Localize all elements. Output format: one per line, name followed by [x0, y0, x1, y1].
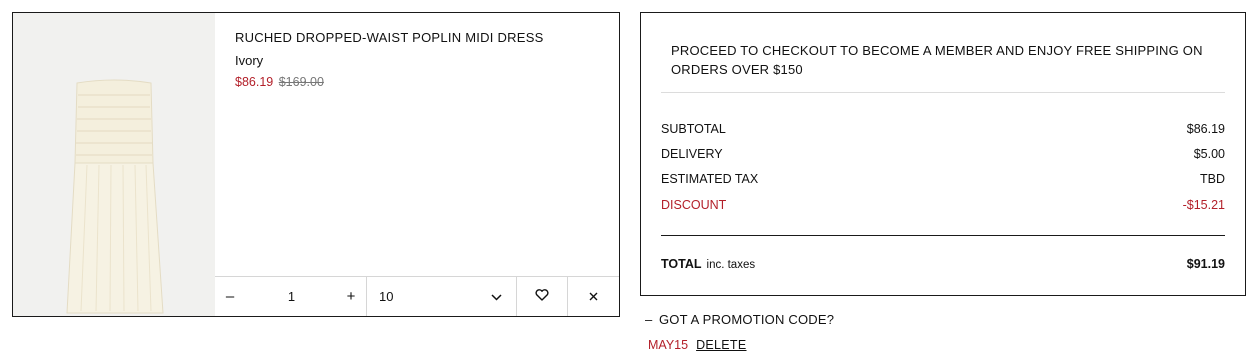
collapse-icon: –	[645, 312, 653, 327]
sale-price: $86.19	[235, 75, 274, 89]
tax-label: ESTIMATED TAX	[661, 172, 759, 186]
increment-button[interactable]: +	[344, 288, 358, 305]
wishlist-button[interactable]	[517, 277, 568, 316]
total-row: TOTAL inc. taxes $91.19	[661, 256, 1225, 273]
size-value: 10	[379, 289, 394, 304]
product-color: Ivory	[235, 53, 264, 68]
heart-icon	[535, 289, 549, 304]
free-shipping-message: PROCEED TO CHECKOUT TO BECOME A MEMBER A…	[671, 43, 1203, 77]
price-row: $86.19 $169.00	[235, 74, 609, 90]
product-name[interactable]: RUCHED DROPPED-WAIST POPLIN MIDI DRESS	[235, 30, 609, 46]
delivery-value: $5.00	[1193, 147, 1225, 161]
divider	[661, 92, 1225, 93]
discount-value: -$15.21	[1182, 198, 1225, 212]
size-select[interactable]: 10	[367, 277, 517, 316]
promotion-code-label: GOT A PROMOTION CODE?	[659, 312, 835, 327]
total-value: $91.19	[1186, 257, 1225, 271]
quantity-stepper: – 1 +	[215, 277, 367, 316]
applied-code: MAY15	[648, 338, 689, 352]
product-info: RUCHED DROPPED-WAIST POPLIN MIDI DRESS I…	[235, 30, 609, 90]
delete-code-link[interactable]: DELETE	[696, 338, 746, 352]
promotion-code-toggle[interactable]: – GOT A PROMOTION CODE?	[645, 312, 834, 327]
delivery-row: DELIVERY $5.00	[661, 146, 1225, 162]
total-label: TOTAL	[661, 257, 702, 271]
order-summary: PROCEED TO CHECKOUT TO BECOME A MEMBER A…	[640, 12, 1246, 296]
quantity-value[interactable]: 1	[237, 289, 344, 304]
subtotal-label: SUBTOTAL	[661, 122, 726, 136]
total-note: inc. taxes	[706, 259, 756, 271]
decrement-button[interactable]: –	[223, 288, 237, 305]
remove-item-button[interactable]	[568, 277, 619, 316]
chevron-down-icon	[491, 289, 502, 304]
original-price: $169.00	[278, 75, 324, 89]
applied-promotion: MAY15 DELETE	[648, 338, 747, 352]
total-label-group: TOTAL inc. taxes	[661, 256, 755, 273]
tax-value: TBD	[1200, 172, 1225, 186]
subtotal-row: SUBTOTAL $86.19	[661, 121, 1225, 137]
discount-row: DISCOUNT -$15.21	[661, 197, 1225, 213]
product-image[interactable]	[13, 13, 215, 316]
dress-illustration	[66, 79, 164, 314]
delivery-label: DELIVERY	[661, 147, 723, 161]
item-controls: – 1 + 10	[215, 276, 619, 316]
subtotal-value: $86.19	[1186, 122, 1225, 136]
cart-item-card: RUCHED DROPPED-WAIST POPLIN MIDI DRESS I…	[12, 12, 620, 317]
tax-row: ESTIMATED TAX TBD	[661, 171, 1225, 187]
discount-label: DISCOUNT	[661, 198, 727, 212]
close-icon	[589, 289, 598, 304]
total-divider	[661, 235, 1225, 236]
